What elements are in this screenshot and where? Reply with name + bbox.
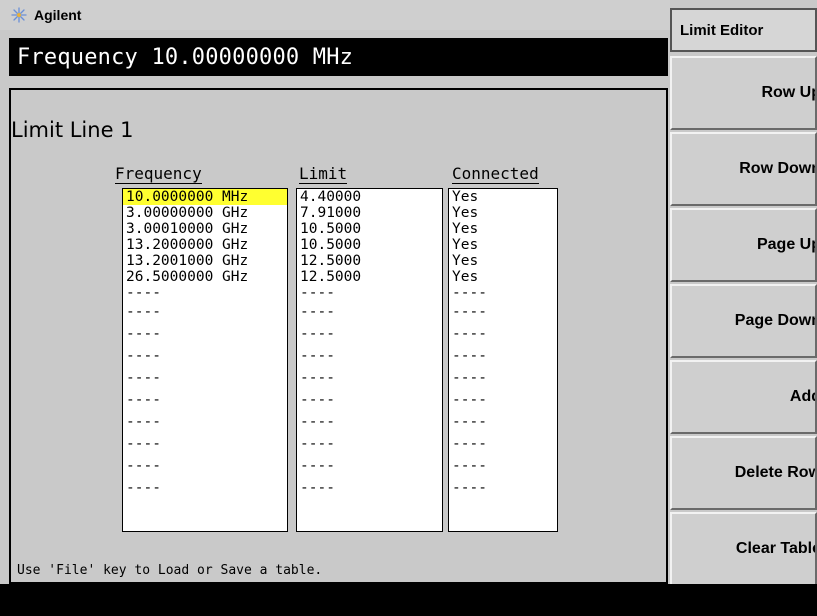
- limit-cell[interactable]: 7.91000: [297, 205, 442, 221]
- frequency-cell[interactable]: 10.0000000 MHz: [123, 189, 287, 205]
- page-up-label: Page Up: [756, 236, 817, 253]
- clear-table-label: Clear Table: [735, 540, 817, 557]
- frequency-cell[interactable]: 3.00000000 GHz: [123, 205, 287, 221]
- empty-limit-cell[interactable]: ----: [297, 367, 442, 389]
- clear-table-button[interactable]: Clear Table: [670, 512, 817, 586]
- connected-column[interactable]: Yes Yes Yes Yes Yes Yes ---- ---- ---- ---- ---- --…: [448, 188, 558, 532]
- delete-row-label: Delete Row: [734, 464, 817, 481]
- frequency-cell[interactable]: 26.5000000 GHz: [123, 269, 287, 285]
- row-down-label: Row Down: [739, 160, 817, 177]
- empty-frequency-cell[interactable]: ----: [123, 411, 287, 433]
- empty-connected-cell[interactable]: ----: [449, 301, 557, 323]
- empty-connected-cell[interactable]: ----: [449, 285, 557, 301]
- column-header-connected: Connected: [452, 164, 539, 184]
- empty-frequency-cell[interactable]: ----: [123, 323, 287, 345]
- empty-frequency-cell[interactable]: ----: [123, 367, 287, 389]
- empty-connected-cell[interactable]: ----: [449, 433, 557, 455]
- empty-frequency-cell[interactable]: ----: [123, 301, 287, 323]
- empty-limit-cell[interactable]: ----: [297, 301, 442, 323]
- empty-connected-cell[interactable]: ----: [449, 323, 557, 345]
- load-save-hint: Use 'File' key to Load or Save a table.: [17, 563, 323, 578]
- limit-line-title: Limit Line 1: [11, 118, 134, 142]
- empty-frequency-cell[interactable]: ----: [123, 455, 287, 477]
- row-up-button[interactable]: Row Up: [670, 56, 817, 130]
- frequency-cell[interactable]: 13.2000000 GHz: [123, 237, 287, 253]
- empty-limit-cell[interactable]: ----: [297, 389, 442, 411]
- limit-cell[interactable]: 4.40000: [297, 189, 442, 205]
- empty-limit-cell[interactable]: ----: [297, 455, 442, 477]
- limit-cell[interactable]: 10.5000: [297, 237, 442, 253]
- row-down-button[interactable]: Row Down: [670, 132, 817, 206]
- connected-cell[interactable]: Yes: [449, 269, 557, 285]
- frequency-cell[interactable]: 3.00010000 GHz: [123, 221, 287, 237]
- empty-limit-cell[interactable]: ----: [297, 323, 442, 345]
- delete-row-button[interactable]: Delete Row: [670, 436, 817, 510]
- connected-cell[interactable]: Yes: [449, 237, 557, 253]
- empty-connected-cell[interactable]: ----: [449, 389, 557, 411]
- empty-frequency-cell[interactable]: ----: [123, 345, 287, 367]
- limit-column[interactable]: 4.40000 7.91000 10.5000 10.5000 12.5000 12.50…: [296, 188, 443, 532]
- add-label: Add: [789, 388, 815, 405]
- empty-frequency-cell[interactable]: ----: [123, 433, 287, 455]
- softkey-menu-title: Limit Editor: [670, 8, 817, 52]
- empty-frequency-cell[interactable]: ----: [123, 477, 287, 499]
- agilent-spark-icon: [10, 6, 28, 24]
- empty-connected-cell[interactable]: ----: [449, 455, 557, 477]
- limit-cell[interactable]: 10.5000: [297, 221, 442, 237]
- column-header-limit: Limit: [299, 164, 348, 184]
- limit-cell[interactable]: 12.5000: [297, 253, 442, 269]
- empty-limit-cell[interactable]: ----: [297, 433, 442, 455]
- brand-name: Agilent: [34, 7, 82, 23]
- empty-connected-cell[interactable]: ----: [449, 411, 557, 433]
- limit-cell[interactable]: 12.5000: [297, 269, 442, 285]
- empty-frequency-cell[interactable]: ----: [123, 389, 287, 411]
- column-header-frequency: Frequency: [115, 164, 202, 184]
- empty-limit-cell[interactable]: ----: [297, 285, 442, 301]
- page-up-button[interactable]: Page Up: [670, 208, 817, 282]
- add-button[interactable]: Add: [670, 360, 817, 434]
- empty-connected-cell[interactable]: ----: [449, 367, 557, 389]
- empty-frequency-cell[interactable]: ----: [123, 285, 287, 301]
- empty-limit-cell[interactable]: ----: [297, 477, 442, 499]
- empty-connected-cell[interactable]: ----: [449, 345, 557, 367]
- connected-cell[interactable]: Yes: [449, 189, 557, 205]
- page-down-button[interactable]: Page Down: [670, 284, 817, 358]
- connected-cell[interactable]: Yes: [449, 205, 557, 221]
- empty-limit-cell[interactable]: ----: [297, 411, 442, 433]
- empty-connected-cell[interactable]: ----: [449, 477, 557, 499]
- row-up-label: Row Up: [761, 84, 817, 101]
- status-bar: [0, 584, 817, 616]
- frequency-cell[interactable]: 13.2001000 GHz: [123, 253, 287, 269]
- frequency-readout: Frequency 10.00000000 MHz: [9, 38, 668, 76]
- brand-bar: Agilent: [0, 0, 670, 30]
- softkey-panel: Limit Editor Row Up Row Down Page Up Pag…: [670, 0, 817, 586]
- empty-limit-cell[interactable]: ----: [297, 345, 442, 367]
- limit-table-panel: Limit Line 1 Frequency Limit Connected 1…: [9, 88, 668, 584]
- page-down-label: Page Down: [734, 312, 817, 329]
- frequency-column[interactable]: 10.0000000 MHz 3.00000000 GHz 3.00010000 G…: [122, 188, 288, 532]
- connected-cell[interactable]: Yes: [449, 253, 557, 269]
- connected-cell[interactable]: Yes: [449, 221, 557, 237]
